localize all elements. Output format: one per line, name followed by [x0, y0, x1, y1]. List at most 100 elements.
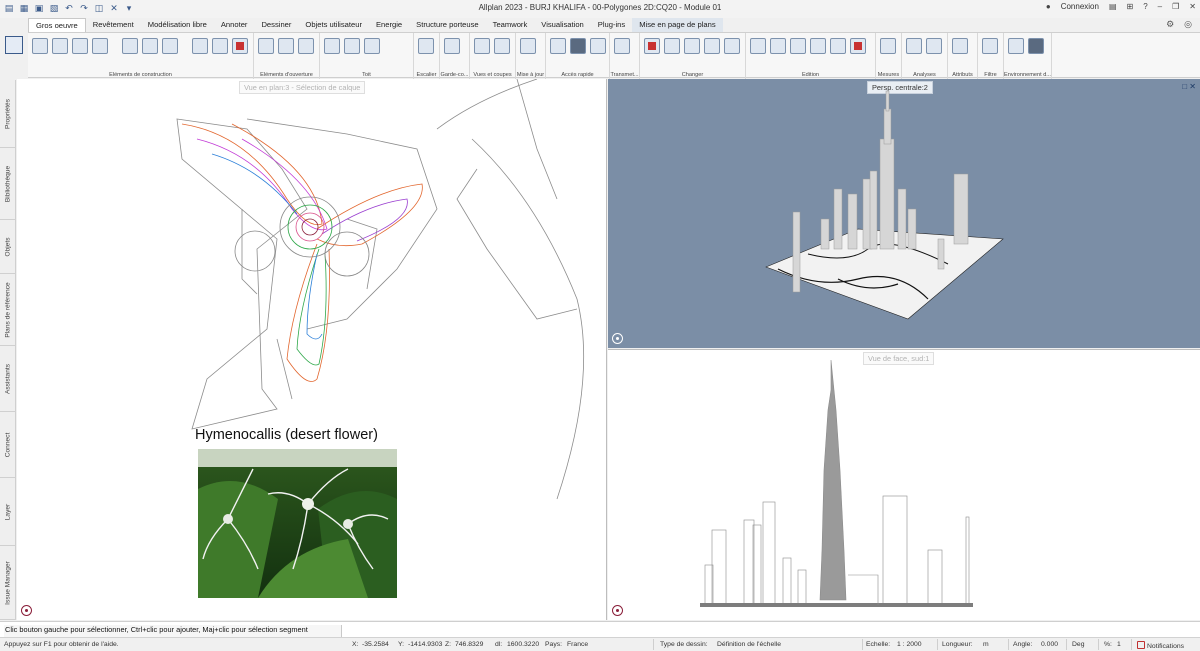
grid-icon[interactable]: [162, 38, 178, 54]
side-tab-bibliotheque[interactable]: Bibliothèque: [0, 148, 16, 220]
group-label: Attributs: [952, 72, 973, 78]
window-icon[interactable]: [258, 38, 274, 54]
update-icon[interactable]: [520, 38, 536, 54]
side-tab-objets[interactable]: Objets: [0, 220, 16, 274]
dormer-icon[interactable]: [364, 38, 380, 54]
smart-symbol-icon[interactable]: [298, 38, 314, 54]
copy-icon[interactable]: [750, 38, 766, 54]
report-icon[interactable]: [926, 38, 942, 54]
delete-icon[interactable]: [850, 38, 866, 54]
view-icon[interactable]: [474, 38, 490, 54]
transfer-icon[interactable]: [614, 38, 630, 54]
tab-modelisation-libre[interactable]: Modélisation libre: [141, 18, 214, 32]
tab-objets-utilisateur[interactable]: Objets utilisateur: [298, 18, 369, 32]
status-x-label: X:: [352, 641, 359, 648]
delete-opening-icon[interactable]: [232, 38, 248, 54]
status-angle-unit[interactable]: Deg: [1072, 641, 1084, 648]
side-tab-issue-manager[interactable]: Issue Manager: [0, 546, 16, 620]
move-icon[interactable]: [770, 38, 786, 54]
line-icon[interactable]: [550, 38, 566, 54]
wave-icon[interactable]: [704, 38, 720, 54]
stair-icon[interactable]: [418, 38, 434, 54]
tab-structure-porteuse[interactable]: Structure porteuse: [409, 18, 485, 32]
mirror-icon[interactable]: [810, 38, 826, 54]
status-scale[interactable]: 1 : 2000: [897, 641, 922, 648]
tab-mise-en-page[interactable]: Mise en page de plans: [632, 18, 723, 32]
help-icon[interactable]: ?: [1143, 2, 1147, 11]
scale-icon[interactable]: [830, 38, 846, 54]
window-controls: ● Connexion ▤ ⊞ ? – ❐ ✕: [1046, 2, 1196, 11]
filter-icon[interactable]: [982, 38, 998, 54]
attribute-icon[interactable]: [952, 38, 968, 54]
navigation-icon[interactable]: [612, 605, 623, 616]
side-tab-assistants[interactable]: Assistants: [0, 346, 16, 412]
roof-plane-icon[interactable]: [344, 38, 360, 54]
status-percent[interactable]: 1: [1117, 641, 1121, 648]
roof-icon[interactable]: [324, 38, 340, 54]
side-tab-layer[interactable]: Layer: [0, 478, 16, 546]
side-tab-plans-reference[interactable]: Plans de référence: [0, 274, 16, 346]
tab-annoter[interactable]: Annoter: [214, 18, 255, 32]
layout-icon[interactable]: ▤: [1109, 2, 1117, 11]
navigation-icon[interactable]: [21, 605, 32, 616]
navigation-icon[interactable]: [612, 333, 623, 344]
notifications-button[interactable]: Notifications: [1137, 641, 1184, 650]
restore-icon[interactable]: ❐: [1172, 2, 1179, 11]
status-angle[interactable]: 0.000: [1041, 641, 1058, 648]
tab-plug-ins[interactable]: Plug-ins: [591, 18, 632, 32]
door-icon[interactable]: [278, 38, 294, 54]
project-navigator-button[interactable]: [2, 34, 26, 64]
tab-dessiner[interactable]: Dessiner: [254, 18, 298, 32]
slab-icon[interactable]: [52, 38, 68, 54]
project-icon: [5, 36, 23, 54]
side-tab-connect[interactable]: Connect: [0, 412, 16, 478]
tab-gros-oeuvre[interactable]: Gros oeuvre: [28, 18, 86, 32]
status-drawing-type[interactable]: Définition de l'échelle: [717, 641, 781, 648]
ribbon-tab-icons: ⚙ ◎: [1166, 19, 1192, 30]
adjust-icon[interactable]: [684, 38, 700, 54]
command-prompt: Clic bouton gauche pour sélectionner, Ct…: [4, 625, 342, 637]
spelling-icon[interactable]: [906, 38, 922, 54]
dimension-icon[interactable]: [590, 38, 606, 54]
status-length[interactable]: m: [983, 641, 989, 648]
group-label: Eléments de construction: [109, 72, 172, 78]
recess-icon[interactable]: [212, 38, 228, 54]
settings-icon[interactable]: ⚙: [1166, 19, 1174, 30]
tab-visualisation[interactable]: Visualisation: [534, 18, 591, 32]
viewport-front[interactable]: Vue de face, sud:1: [608, 349, 1200, 620]
front-elevation: [700, 359, 973, 607]
flower-image: [198, 449, 397, 598]
snap-icon[interactable]: [1028, 38, 1044, 54]
close-icon[interactable]: ✕: [1189, 2, 1196, 11]
column-icon[interactable]: [72, 38, 88, 54]
viewport-plan[interactable]: Vue en plan:3 - Sélection de calque Hyme…: [17, 79, 607, 620]
section-icon[interactable]: [494, 38, 510, 54]
shop-icon[interactable]: ⊞: [1127, 2, 1134, 11]
beam-icon[interactable]: [142, 38, 158, 54]
login-button[interactable]: Connexion: [1061, 2, 1099, 11]
axis-icon[interactable]: [1008, 38, 1024, 54]
side-tab-proprietes[interactable]: Propriétés: [0, 80, 16, 148]
tab-revetement[interactable]: Revêtement: [86, 18, 141, 32]
split-icon[interactable]: [724, 38, 740, 54]
tab-teamwork[interactable]: Teamwork: [486, 18, 535, 32]
tab-energie[interactable]: Energie: [369, 18, 409, 32]
wall-icon[interactable]: [32, 38, 48, 54]
group-edition: Edition: [746, 33, 876, 79]
join-icon[interactable]: [664, 38, 680, 54]
group-label: Edition: [801, 72, 820, 78]
globe-icon[interactable]: ◎: [1184, 19, 1192, 30]
railing-icon[interactable]: [444, 38, 460, 54]
modify-icon[interactable]: [644, 38, 660, 54]
rotate-icon[interactable]: [790, 38, 806, 54]
minimize-icon[interactable]: –: [1158, 2, 1162, 11]
opening-icon[interactable]: [192, 38, 208, 54]
viewport-perspective[interactable]: Persp. centrale:2 □ ✕: [608, 79, 1200, 348]
footing-icon[interactable]: [92, 38, 108, 54]
status-country: France: [567, 641, 589, 648]
group-label: Transmet...: [610, 72, 639, 78]
text-icon[interactable]: [570, 38, 586, 54]
pillar-icon[interactable]: [122, 38, 138, 54]
measure-icon[interactable]: [880, 38, 896, 54]
status-percent-label: %:: [1104, 641, 1112, 648]
